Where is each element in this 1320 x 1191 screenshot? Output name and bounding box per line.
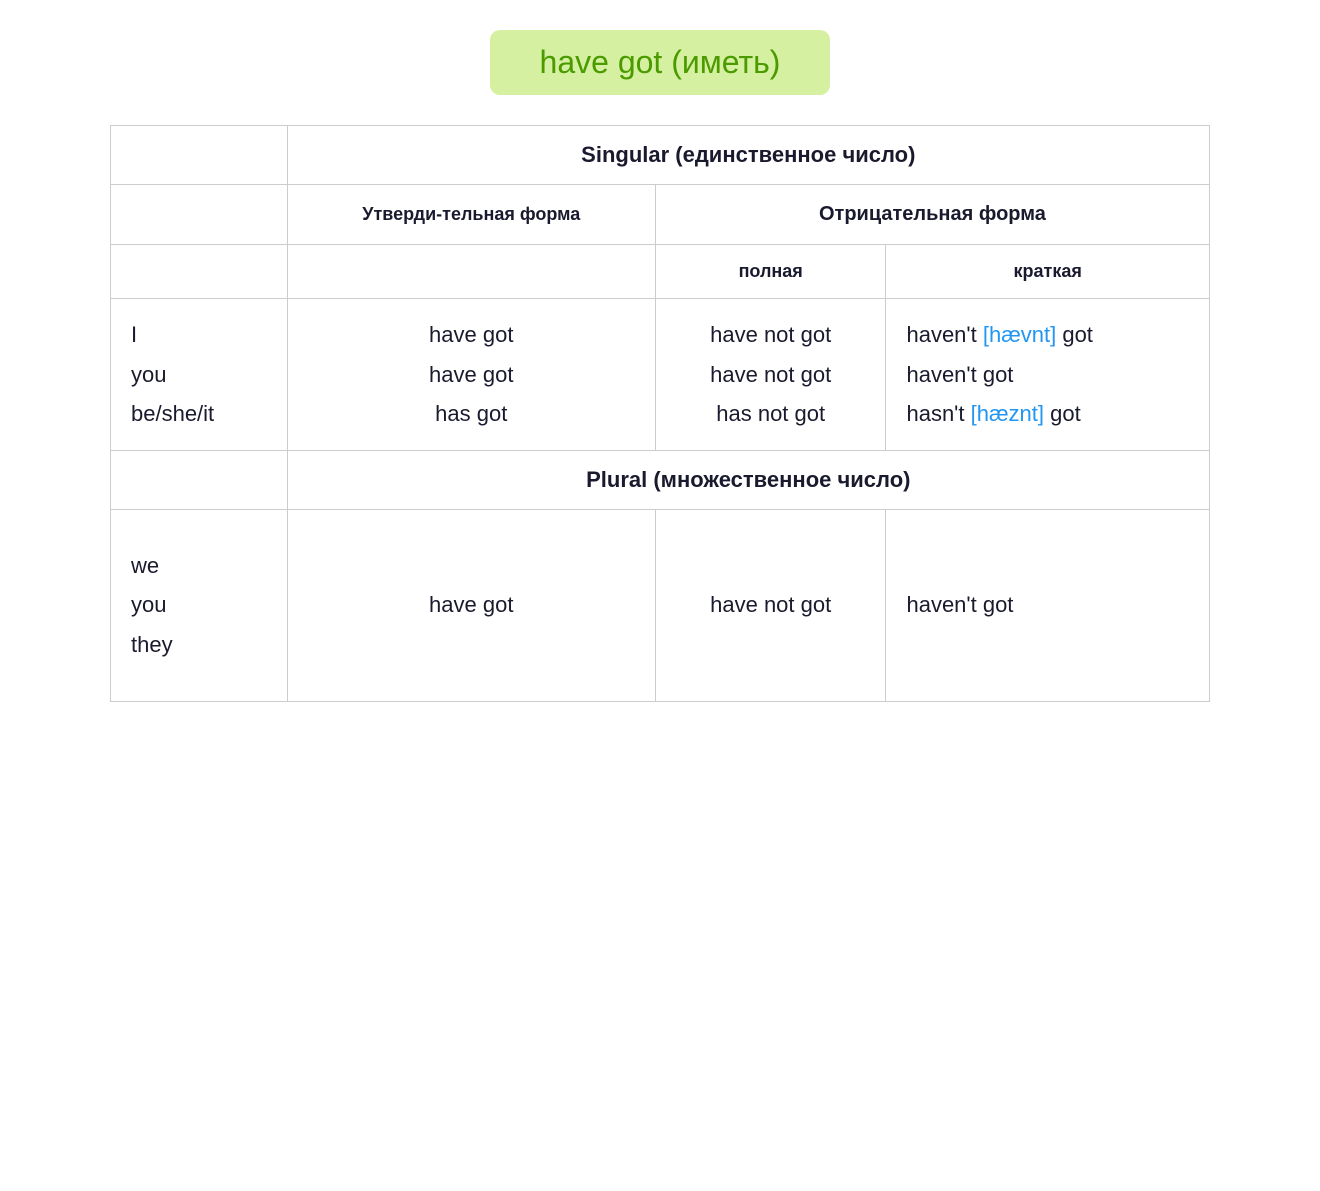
empty-affirm-sub [287, 245, 655, 299]
empty-sub [111, 245, 288, 299]
neg-full-I: have not got [676, 315, 866, 355]
affirm-header: Утверди-тельная форма [287, 185, 655, 245]
neg-short-I: haven't [hævnt] got [906, 315, 1189, 355]
empty-pronoun-header [111, 185, 288, 245]
affirm-you: have got [308, 355, 635, 395]
plural-neg-short: haven't got [886, 509, 1210, 701]
singular-neg-full: have not got have not got has not got [655, 299, 886, 451]
plural-data-row: we you they have got have not got haven'… [111, 509, 1210, 701]
singular-header: Singular (единственное число) [287, 126, 1209, 185]
neg-short-you: haven't got [906, 355, 1189, 395]
singular-affirm: have got have got has got [287, 299, 655, 451]
pronoun-they: they [131, 625, 267, 665]
plural-affirm: have got [287, 509, 655, 701]
singular-header-row: Singular (единственное число) [111, 126, 1210, 185]
page-container: have got (иметь) Singular (единственное … [110, 30, 1210, 702]
pronoun-hesheit: be/she/it [131, 394, 267, 434]
singular-pronouns: I you be/she/it [111, 299, 288, 451]
pronoun-I: I [131, 315, 267, 355]
plural-header-row: Plural (множественное число) [111, 450, 1210, 509]
phonetic-hasnt: [hæznt] [971, 401, 1044, 426]
pronoun-we: we [131, 546, 267, 586]
neg-short-hesheit: hasn't [hæznt] got [906, 394, 1189, 434]
empty-top-left [111, 126, 288, 185]
column-headers-row: Утверди-тельная форма Отрицательная форм… [111, 185, 1210, 245]
affirm-hesheit: has got [308, 394, 635, 434]
neg-full-you: have not got [676, 355, 866, 395]
plural-pronouns: we you they [111, 509, 288, 701]
singular-data-row: I you be/she/it have got have got has go… [111, 299, 1210, 451]
negative-header: Отрицательная форма [655, 185, 1209, 245]
singular-neg-short: haven't [hævnt] got haven't got hasn't [… [886, 299, 1210, 451]
phonetic-havent: [hævnt] [983, 322, 1056, 347]
empty-plural-left [111, 450, 288, 509]
plural-header: Plural (множественное число) [287, 450, 1209, 509]
pronoun-you-pl: you [131, 585, 267, 625]
sub-headers-row: полная краткая [111, 245, 1210, 299]
short-form-header: краткая [886, 245, 1210, 299]
main-table: Singular (единственное число) Утверди-те… [110, 125, 1210, 702]
affirm-I: have got [308, 315, 635, 355]
plural-neg-full: have not got [655, 509, 886, 701]
pronoun-you: you [131, 355, 267, 395]
page-title: have got (иметь) [540, 44, 781, 80]
neg-full-hesheit: has not got [676, 394, 866, 434]
title-badge: have got (иметь) [490, 30, 831, 95]
full-form-header: полная [655, 245, 886, 299]
